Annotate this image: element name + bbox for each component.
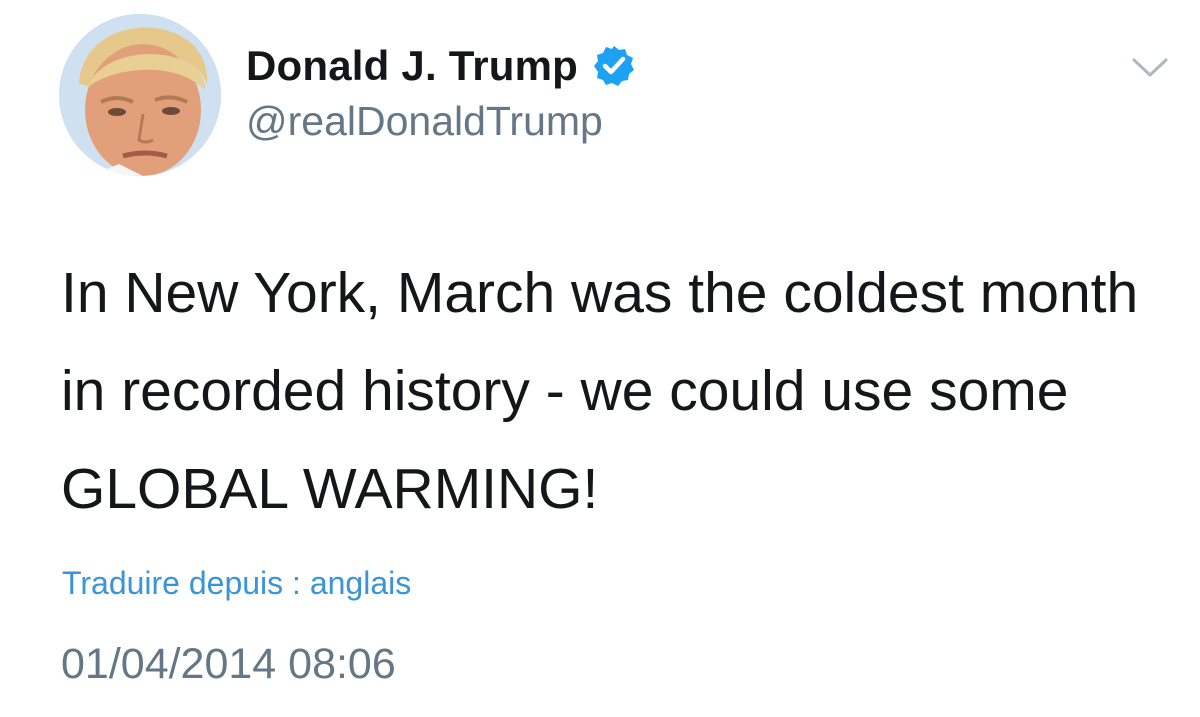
chevron-down-icon[interactable] (1130, 50, 1170, 84)
tweet-timestamp: 01/04/2014 08:06 (61, 640, 396, 688)
author-name-row: Donald J. Trump (246, 40, 636, 92)
author-display-name[interactable]: Donald J. Trump (246, 42, 578, 90)
verified-badge-icon (592, 44, 636, 88)
avatar[interactable] (59, 14, 221, 176)
author-handle[interactable]: @realDonaldTrump (246, 98, 603, 145)
profile-photo (59, 14, 221, 176)
tweet-text: In New York, March was the coldest month… (61, 261, 1139, 521)
translate-link[interactable]: Traduire depuis : anglais (62, 565, 411, 602)
